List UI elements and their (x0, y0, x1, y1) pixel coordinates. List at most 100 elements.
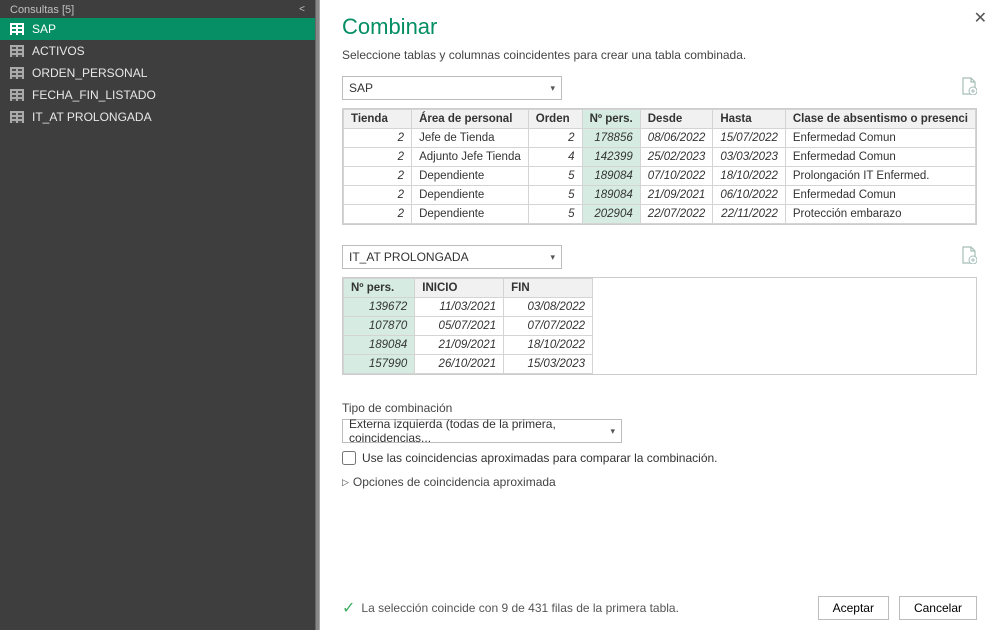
match-status-text: La selección coincide con 9 de 431 filas… (361, 601, 679, 615)
fuzzy-options-label: Opciones de coincidencia aproximada (353, 475, 556, 489)
table-cell: Enfermedad Comun (785, 186, 975, 205)
sidebar-item-activos[interactable]: ACTIVOS (0, 40, 315, 62)
table-cell: 2 (344, 167, 412, 186)
table-header[interactable]: Tienda (344, 110, 412, 129)
table-cell: 139672 (344, 298, 415, 317)
table-cell: Adjunto Jefe Tienda (412, 148, 529, 167)
table-cell: 5 (528, 167, 582, 186)
match-status: ✓ La selección coincide con 9 de 431 fil… (342, 598, 679, 618)
table-cell: 11/03/2021 (415, 298, 504, 317)
dialog-title: Combinar (342, 14, 977, 40)
table-cell: 25/02/2023 (640, 148, 713, 167)
table-header[interactable]: Orden (528, 110, 582, 129)
table-cell: 15/03/2023 (504, 355, 593, 374)
sidebar-item-label: FECHA_FIN_LISTADO (32, 88, 156, 102)
table-cell: 5 (528, 205, 582, 224)
table-cell: 05/07/2021 (415, 317, 504, 336)
table-header[interactable]: Área de personal (412, 110, 529, 129)
table-cell: Protección embarazo (785, 205, 975, 224)
sidebar-item-it-at-prolongada[interactable]: IT_AT PROLONGADA (0, 106, 315, 128)
close-icon[interactable]: ✕ (974, 8, 987, 28)
triangle-right-icon: ▷ (342, 477, 349, 488)
primary-table-preview[interactable]: TiendaÁrea de personalOrdenNº pers.Desde… (342, 108, 977, 225)
sidebar-item-orden-personal[interactable]: ORDEN_PERSONAL (0, 62, 315, 84)
primary-table-select[interactable]: SAP ▾ (342, 76, 562, 100)
table-icon (10, 45, 24, 57)
fuzzy-match-checkbox[interactable] (342, 451, 356, 465)
table-cell: Enfermedad Comun (785, 129, 975, 148)
table-header[interactable]: Nº pers. (344, 279, 415, 298)
join-type-label: Tipo de combinación (342, 401, 977, 415)
table-row[interactable]: 2Adjunto Jefe Tienda414239925/02/202303/… (344, 148, 976, 167)
table-cell: 178856 (582, 129, 640, 148)
sidebar-item-sap[interactable]: SAP (0, 18, 315, 40)
queries-sidebar: Consultas [5] < SAP ACTIVOS ORDEN_PERSONAL… (0, 0, 315, 630)
ok-button[interactable]: Aceptar (818, 596, 889, 620)
table-header[interactable]: Nº pers. (582, 110, 640, 129)
merge-dialog: ✕ Combinar Seleccione tablas y columnas … (320, 0, 999, 630)
dialog-subtitle: Seleccione tablas y columnas coincidente… (342, 48, 977, 62)
table-cell: 202904 (582, 205, 640, 224)
table-row[interactable]: 15799026/10/202115/03/2023 (344, 355, 593, 374)
join-type-value: Externa izquierda (todas de la primera, … (349, 417, 610, 445)
table-row[interactable]: 2Dependiente520290422/07/202222/11/2022P… (344, 205, 976, 224)
table-cell: Prolongación IT Enfermed. (785, 167, 975, 186)
table-cell: Dependiente (412, 186, 529, 205)
table-cell: 03/08/2022 (504, 298, 593, 317)
sidebar-title: Consultas [5] (10, 4, 74, 16)
table-header[interactable]: INICIO (415, 279, 504, 298)
table-icon (10, 89, 24, 101)
sidebar-item-fecha-fin-listado[interactable]: FECHA_FIN_LISTADO (0, 84, 315, 106)
table-header[interactable]: Desde (640, 110, 713, 129)
preview-icon[interactable] (961, 77, 977, 99)
fuzzy-options-expander[interactable]: ▷ Opciones de coincidencia aproximada (342, 475, 977, 489)
chevron-down-icon: ▾ (610, 426, 615, 437)
table-cell: Dependiente (412, 167, 529, 186)
table-cell: 157990 (344, 355, 415, 374)
table-cell: 22/07/2022 (640, 205, 713, 224)
secondary-table-preview[interactable]: Nº pers.INICIOFIN13967211/03/202103/08/2… (342, 277, 977, 375)
table-cell: 4 (528, 148, 582, 167)
table-icon (10, 23, 24, 35)
table-cell: 2 (344, 148, 412, 167)
chevron-down-icon: ▾ (550, 252, 555, 263)
table-cell: 2 (528, 129, 582, 148)
table-cell: 18/10/2022 (713, 167, 786, 186)
sidebar-item-label: SAP (32, 22, 56, 36)
preview-icon[interactable] (961, 246, 977, 268)
sidebar-collapse-icon[interactable]: < (299, 4, 305, 16)
table-cell: 07/10/2022 (640, 167, 713, 186)
table-cell: 189084 (344, 336, 415, 355)
sidebar-item-label: ORDEN_PERSONAL (32, 66, 147, 80)
table-cell: 15/07/2022 (713, 129, 786, 148)
table-cell: 08/06/2022 (640, 129, 713, 148)
table-cell: 142399 (582, 148, 640, 167)
table-row[interactable]: 2Jefe de Tienda217885608/06/202215/07/20… (344, 129, 976, 148)
table-icon (10, 111, 24, 123)
table-cell: 21/09/2021 (640, 186, 713, 205)
table-cell: 189084 (582, 167, 640, 186)
table-cell: 26/10/2021 (415, 355, 504, 374)
table-row[interactable]: 13967211/03/202103/08/2022 (344, 298, 593, 317)
chevron-down-icon: ▾ (550, 83, 555, 94)
table-header[interactable]: Hasta (713, 110, 786, 129)
table-row[interactable]: 2Dependiente518908421/09/202106/10/2022E… (344, 186, 976, 205)
table-cell: 21/09/2021 (415, 336, 504, 355)
table-cell: 2 (344, 186, 412, 205)
table-header[interactable]: FIN (504, 279, 593, 298)
table-cell: 107870 (344, 317, 415, 336)
table-cell: Dependiente (412, 205, 529, 224)
table-cell: 03/03/2023 (713, 148, 786, 167)
table-cell: Jefe de Tienda (412, 129, 529, 148)
table-cell: 07/07/2022 (504, 317, 593, 336)
cancel-button[interactable]: Cancelar (899, 596, 977, 620)
table-row[interactable]: 18908421/09/202118/10/2022 (344, 336, 593, 355)
fuzzy-match-label: Use las coincidencias aproximadas para c… (362, 451, 718, 465)
secondary-table-select[interactable]: IT_AT PROLONGADA ▾ (342, 245, 562, 269)
join-type-select[interactable]: Externa izquierda (todas de la primera, … (342, 419, 622, 443)
table-header[interactable]: Clase de absentismo o presenci (785, 110, 975, 129)
table-row[interactable]: 10787005/07/202107/07/2022 (344, 317, 593, 336)
table-cell: 2 (344, 129, 412, 148)
table-cell: 5 (528, 186, 582, 205)
table-row[interactable]: 2Dependiente518908407/10/202218/10/2022P… (344, 167, 976, 186)
